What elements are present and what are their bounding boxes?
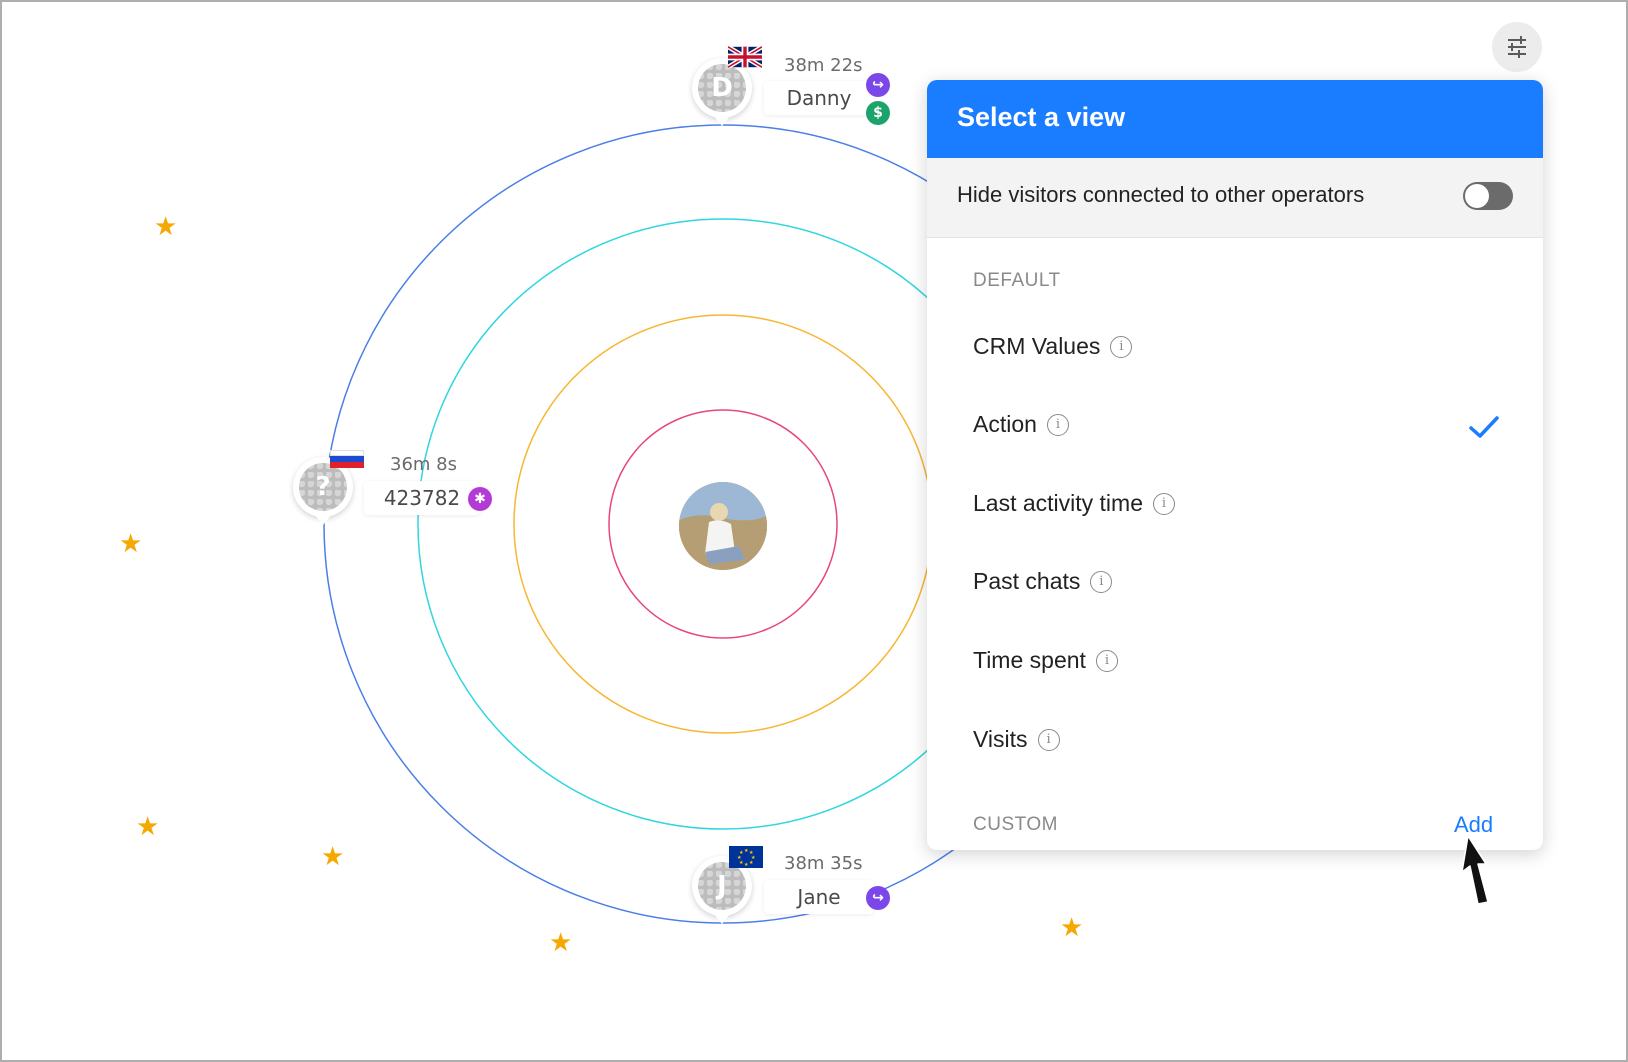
panel-header: Select a view [927,80,1543,158]
operator-avatar[interactable] [679,482,767,570]
dollar-icon: $ [866,101,890,125]
info-icon[interactable]: i [1090,570,1113,593]
svg-text:★: ★ [749,860,754,866]
visitor-time: 36m 8s [390,454,457,475]
asterisk-icon: ✱ [468,487,492,511]
info-icon[interactable]: i [1153,492,1175,515]
info-icon[interactable]: i [1095,649,1118,672]
pin-tail [714,914,730,924]
option-label: Visits [973,726,1028,752]
visitor-name[interactable]: 423782 [364,481,480,515]
custom-section-label: CUSTOM [973,814,1058,835]
eu-flag-icon: ★ ★ ★ ★ ★ ★ ★ ★ [729,846,763,868]
visitor-name[interactable]: Danny [764,81,874,115]
redirect-icon: ↪ [866,73,890,97]
star-icon: ★ [549,928,573,958]
star-icon: ★ [1060,913,1084,943]
visitor-time: 38m 22s [784,55,863,76]
russia-flag-icon [330,450,364,468]
option-past-chats[interactable]: Past chats i [973,568,1113,608]
star-icon: ★ [154,212,178,242]
star-icon: ★ [136,812,160,842]
option-visits[interactable]: Visits i [973,726,1060,766]
checkmark-icon [1469,416,1499,438]
star-icon: ★ [119,529,143,559]
hide-visitors-toggle[interactable] [1463,182,1513,210]
option-label: Action [973,411,1037,437]
cursor-arrow-icon [1461,835,1489,905]
hide-visitors-label: Hide visitors connected to other operato… [957,182,1365,207]
sliders-icon[interactable] [1492,22,1542,72]
info-icon[interactable]: i [1110,335,1133,358]
option-time-spent[interactable]: Time spent i [973,647,1118,687]
toggle-knob [1465,184,1489,208]
svg-text:★: ★ [744,862,749,868]
option-action[interactable]: Action i [973,411,1069,451]
uk-flag-icon [728,46,762,68]
pin-tail [714,116,730,126]
visitor-name[interactable]: Jane [764,880,874,914]
option-last-activity-time[interactable]: Last activity time i [973,490,1175,530]
visitor-time: 38m 35s [784,853,863,874]
panel-title: Select a view [957,102,1126,132]
redirect-icon: ↪ [866,886,890,910]
select-view-panel: Select a view Hide visitors connected to… [927,80,1543,850]
visitor-radar-view: ★ ★ ★ ★ ★ ★ D 38m 22s Danny ↪ $ ? 36m 8s… [0,0,1628,1062]
pin-tail [315,515,331,525]
svg-text:★: ★ [739,850,744,856]
option-crm-values[interactable]: CRM Values i [973,333,1133,373]
option-label: Last activity time [973,490,1143,516]
option-label: Time spent [973,647,1086,673]
option-label: Past chats [973,568,1081,594]
option-label: CRM Values [973,333,1101,359]
default-section-label: DEFAULT [973,270,1061,291]
info-icon[interactable]: i [1046,413,1069,436]
info-icon[interactable]: i [1037,728,1060,751]
star-icon: ★ [321,842,345,872]
hide-visitors-row: Hide visitors connected to other operato… [927,158,1543,238]
